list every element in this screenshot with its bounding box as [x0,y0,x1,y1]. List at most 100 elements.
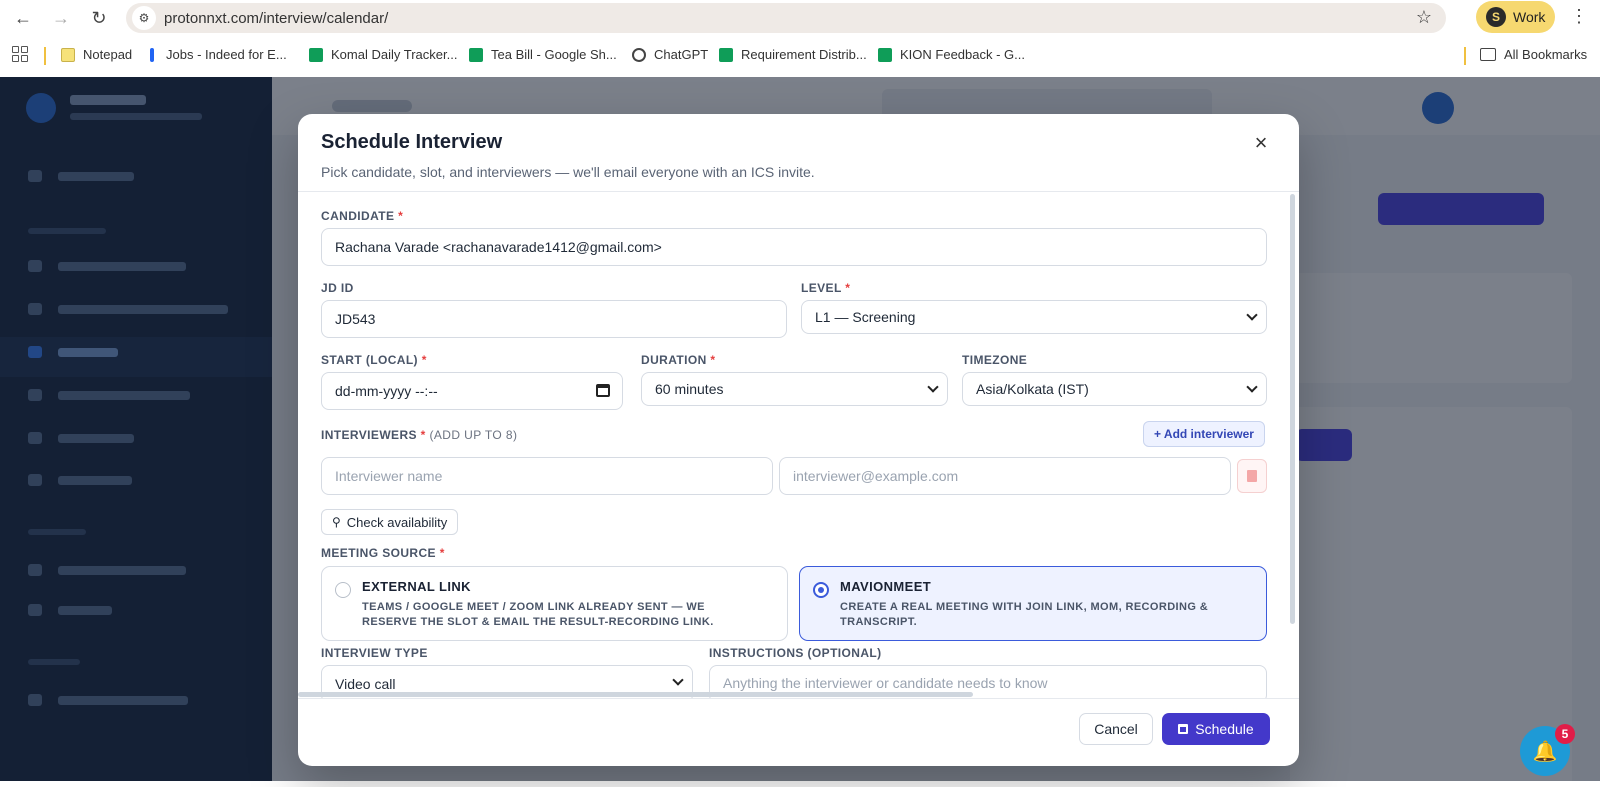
bookmark-star-icon[interactable]: ☆ [1416,7,1432,28]
interviewers-label: INTERVIEWERS * (ADD UP TO 8) [321,428,518,442]
meeting-source-label: MEETING SOURCE * [321,546,445,560]
notepad-icon [61,47,75,62]
all-bookmarks-label: All Bookmarks [1504,47,1588,62]
bookmark-notepad[interactable]: Notepad [61,47,132,62]
menu-kebab-icon[interactable]: ⋮ [1570,6,1588,27]
option-title: EXTERNAL LINK [362,579,471,594]
apps-grid-icon[interactable] [12,46,28,62]
level-select[interactable]: L1 — Screening [801,300,1267,334]
trash-icon[interactable] [1237,459,1267,493]
indeed-icon [150,47,154,62]
interview-type-label: INTERVIEW TYPE [321,646,428,660]
option-title: MAVIONMEET [840,579,932,594]
interviewer-name-input[interactable]: Interviewer name [321,457,773,495]
modal-subtitle: Pick candidate, slot, and interviewers —… [321,164,815,180]
duration-select[interactable]: 60 minutes [641,372,948,406]
start-label: START (LOCAL) * [321,353,427,367]
candidate-value: Rachana Varade <rachanavarade1412@gmail.… [335,239,662,255]
interview-type-value: Video call [335,676,396,692]
schedule-interview-modal: Schedule Interview Pick candidate, slot,… [298,114,1299,766]
start-value: dd-mm-yyyy --:-- [335,383,438,399]
profile-avatar: S [1486,7,1506,27]
bookmark-separator [1464,47,1466,65]
modal-title: Schedule Interview [321,131,503,153]
site-settings-icon[interactable]: ⚙ [132,6,156,30]
interviewer-email-placeholder: interviewer@example.com [793,468,959,484]
duration-label: DURATION * [641,353,716,367]
jd-id-value: JD543 [335,311,376,327]
jd-id-label: JD ID [321,281,354,295]
search-icon: ⚲ [332,515,341,529]
check-availability-label: Check availability [346,514,448,530]
chatgpt-icon [632,47,646,62]
option-desc: CREATE A REAL MEETING WITH JOIN LINK, MO… [840,601,1209,628]
sheets-icon [469,47,483,62]
bell-icon: 🔔 [1532,740,1558,763]
bookmarks-bar: Notepad Jobs - Indeed for E... Komal Dai… [0,38,1600,72]
reload-icon[interactable]: ↻ [86,5,112,31]
bookmark-label: Komal Daily Tracker... [331,47,458,62]
calendar-icon[interactable] [596,384,610,397]
modal-footer: Cancel Schedule [298,698,1299,766]
bookmark-label: Requirement Distrib... [741,47,867,62]
chevron-down-icon [672,674,684,686]
check-availability-button[interactable]: ⚲ Check availability [321,509,459,535]
meeting-source-mavionmeet[interactable]: MAVIONMEET CREATE A REAL MEETING WITH JO… [799,566,1267,641]
sheets-icon [309,47,323,62]
interviewer-name-placeholder: Interviewer name [335,468,443,484]
instructions-label: INSTRUCTIONS (OPTIONAL) [709,646,882,660]
sheets-icon [878,47,892,62]
profile-chip[interactable]: S Work [1476,1,1555,33]
instructions-placeholder: Anything the interviewer or candidate ne… [723,675,1048,691]
cancel-button[interactable]: Cancel [1079,713,1153,745]
level-value: L1 — Screening [815,309,916,325]
profile-label: Work [1513,9,1546,25]
timezone-value: Asia/Kolkata (IST) [976,381,1089,397]
candidate-label: CANDIDATE * [321,209,404,223]
bookmark-label: KION Feedback - G... [900,47,1025,62]
schedule-label: Schedule [1195,721,1254,737]
sheets-icon [719,47,733,62]
timezone-label: TIMEZONE [962,353,1028,367]
schedule-button[interactable]: Schedule [1162,713,1270,745]
duration-value: 60 minutes [655,381,724,397]
bookmark-label: Notepad [83,47,133,62]
radio-external[interactable] [335,582,351,598]
add-interviewer-button[interactable]: + Add interviewer [1143,421,1265,447]
bookmark-kion-feedback[interactable]: KION Feedback - G... [878,47,1025,62]
modal-header: Schedule Interview Pick candidate, slot,… [298,114,1299,192]
level-label: LEVEL * [801,281,851,295]
meeting-source-external[interactable]: EXTERNAL LINK TEAMS / GOOGLE MEET / ZOOM… [321,566,788,641]
browser-toolbar: ← → ↻ ⚙ protonnxt.com/interview/calendar… [0,0,1600,36]
bookmark-requirement[interactable]: Requirement Distrib... [719,47,867,62]
chevron-down-icon [927,381,939,393]
vertical-scrollbar[interactable] [1290,194,1295,624]
bookmark-separator [44,47,46,65]
forward-icon[interactable]: → [48,5,74,31]
bookmark-komal-tracker[interactable]: Komal Daily Tracker... [309,47,457,62]
bookmark-label: ChatGPT [654,47,709,62]
jd-id-input[interactable]: JD543 [321,300,787,338]
address-bar[interactable]: ⚙ protonnxt.com/interview/calendar/ ☆ [126,3,1446,33]
back-icon[interactable]: ← [10,5,36,31]
bookmark-chatgpt[interactable]: ChatGPT [632,47,708,62]
horizontal-scrollbar[interactable] [298,692,973,697]
close-icon[interactable]: × [1250,132,1272,154]
interviewer-email-input[interactable]: interviewer@example.com [779,457,1231,495]
url-text[interactable]: protonnxt.com/interview/calendar/ [164,10,388,27]
bookmark-tea-bill[interactable]: Tea Bill - Google Sh... [469,47,617,62]
option-desc: TEAMS / GOOGLE MEET / ZOOM LINK ALREADY … [362,601,714,628]
modal-body: CANDIDATE * Rachana Varade <rachanavarad… [298,193,1299,698]
all-bookmarks[interactable]: All Bookmarks [1480,47,1587,62]
timezone-select[interactable]: Asia/Kolkata (IST) [962,372,1267,406]
candidate-select[interactable]: Rachana Varade <rachanavarade1412@gmail.… [321,228,1267,266]
start-datetime-input[interactable]: dd-mm-yyyy --:-- [321,372,623,410]
bookmark-indeed[interactable]: Jobs - Indeed for E... [150,47,287,62]
bookmark-label: Jobs - Indeed for E... [166,47,287,62]
chevron-down-icon [1246,309,1258,321]
radio-mavionmeet[interactable] [813,582,829,598]
chevron-down-icon [1246,381,1258,393]
calendar-icon [1178,724,1189,734]
notification-count-badge: 5 [1555,724,1575,744]
bookmark-label: Tea Bill - Google Sh... [491,47,617,62]
